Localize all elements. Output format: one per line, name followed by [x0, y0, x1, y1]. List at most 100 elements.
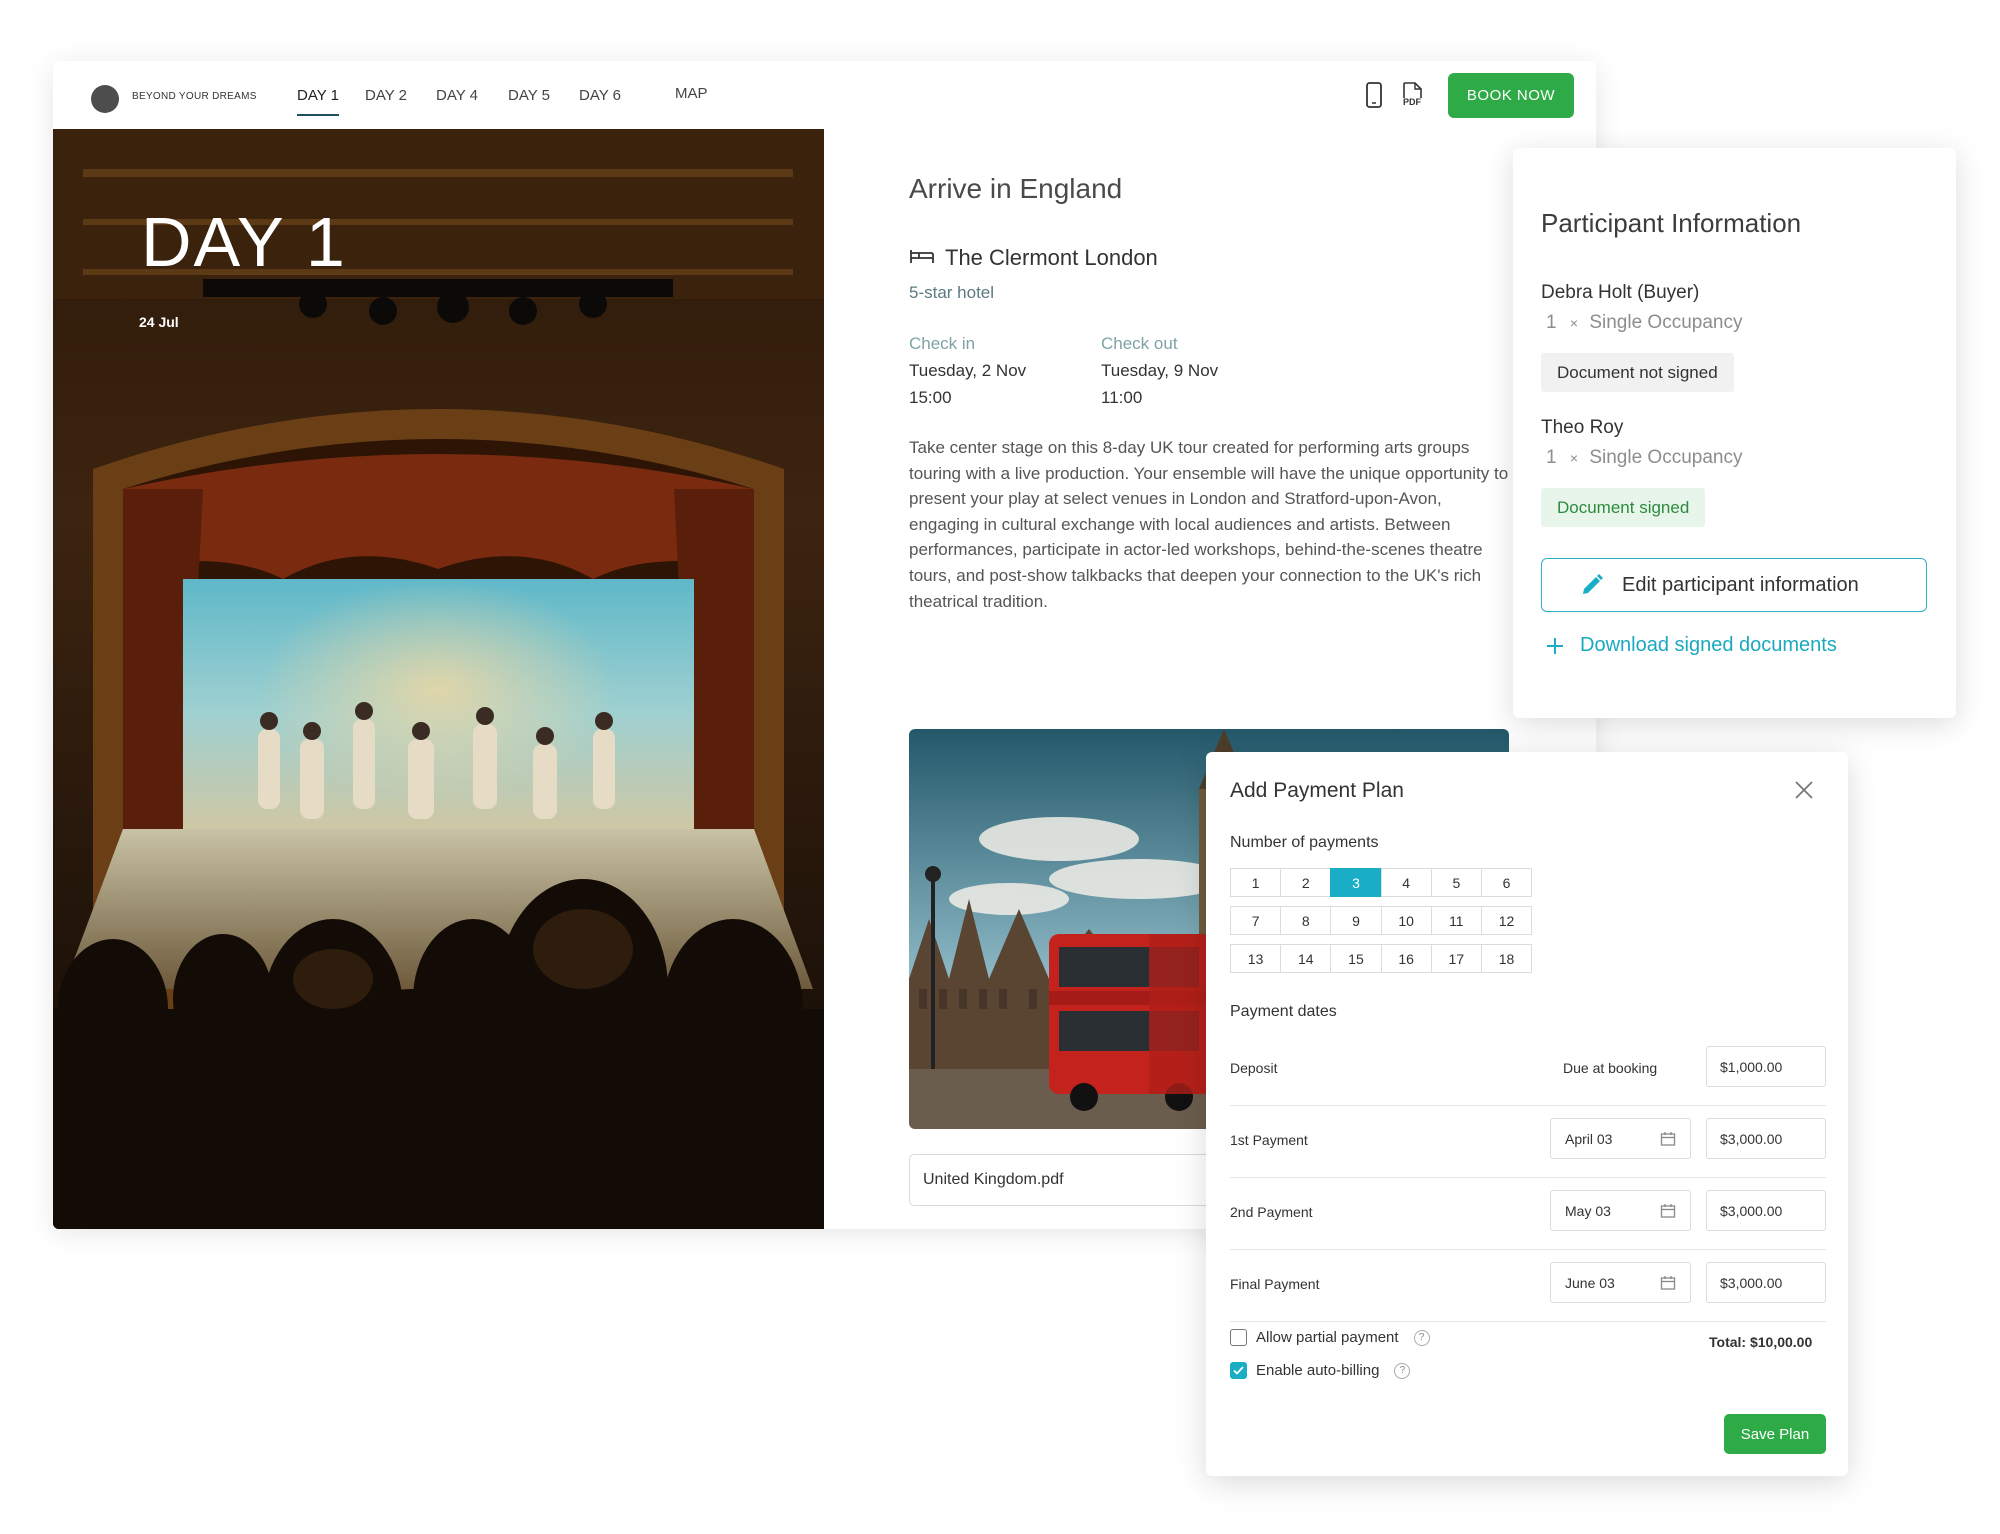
payment-count-option[interactable]: 14: [1280, 944, 1332, 973]
payment-count-grid: 1 2 3 4 5 6 7 8 9 10 11 12 13 14 15 16 1…: [1230, 868, 1537, 982]
occupancy-room: Single Occupancy: [1589, 447, 1743, 468]
check-out-time: 11:00: [1101, 388, 1143, 407]
tab-day-2[interactable]: DAY 2: [365, 87, 407, 104]
payment-amount-input[interactable]: $3,000.00: [1706, 1118, 1826, 1159]
participant-title: Participant Information: [1541, 208, 1802, 238]
hotel-name[interactable]: The Clermont London: [945, 245, 1158, 271]
brand-logo[interactable]: [91, 85, 119, 113]
occupancy-room: Single Occupancy: [1589, 312, 1743, 333]
pdf-icon-label: PDF: [1403, 97, 1421, 107]
download-documents-label: Download signed documents: [1580, 634, 1837, 656]
payment-count-option[interactable]: 4: [1380, 868, 1432, 897]
payment-count-option[interactable]: 10: [1380, 906, 1432, 935]
brand-name: BEYOND YOUR DREAMS: [132, 91, 257, 102]
hero-day-title: DAY 1: [141, 203, 347, 281]
close-icon[interactable]: [1793, 779, 1815, 801]
number-of-payments-label: Number of payments: [1230, 834, 1379, 851]
payment-row: Final Payment June 03 $3,000.00: [1230, 1250, 1826, 1322]
edit-participant-button[interactable]: Edit participant information: [1541, 558, 1927, 612]
payment-date-input[interactable]: May 03: [1550, 1190, 1691, 1231]
participant-occupancy: 1 × Single Occupancy: [1546, 312, 1742, 334]
payment-count-option-selected[interactable]: 3: [1330, 868, 1382, 897]
payment-count-option[interactable]: 2: [1280, 868, 1332, 897]
hotel-row: The Clermont London: [909, 245, 1158, 271]
auto-billing-row: Enable auto-billing ?: [1230, 1362, 1411, 1379]
payment-date-value: June 03: [1565, 1274, 1615, 1291]
tab-day-1[interactable]: DAY 1: [297, 87, 339, 116]
hotel-type: 5-star hotel: [909, 283, 995, 302]
pencil-icon: [1583, 574, 1603, 594]
grid-row: 1 2 3 4 5 6: [1230, 868, 1537, 897]
check-in-date: Tuesday, 2 Nov: [909, 361, 1027, 380]
help-icon[interactable]: ?: [1394, 1362, 1411, 1379]
payment-date-input[interactable]: April 03: [1550, 1118, 1691, 1159]
payment-count-option[interactable]: 16: [1380, 944, 1432, 973]
tab-day-6[interactable]: DAY 6: [579, 87, 621, 104]
day-description: Take center stage on this 8-day UK tour …: [909, 438, 1509, 611]
calendar-icon: [1660, 1204, 1676, 1218]
participant-card: Participant Information Debra Holt (Buye…: [1513, 148, 1956, 718]
payment-date-value: April 03: [1565, 1130, 1613, 1147]
allow-partial-row: Allow partial payment ?: [1230, 1329, 1430, 1346]
attachment-file[interactable]: United Kingdom.pdf: [909, 1154, 1239, 1206]
payment-count-option[interactable]: 9: [1330, 906, 1382, 935]
status-badge: Document not signed: [1541, 353, 1734, 392]
payment-amount-input[interactable]: $3,000.00: [1706, 1190, 1826, 1231]
tab-map[interactable]: MAP: [675, 85, 708, 102]
payment-name: 1st Payment: [1230, 1132, 1308, 1148]
payment-count-option[interactable]: 15: [1330, 944, 1382, 973]
times-sign: ×: [1569, 450, 1579, 466]
pdf-icon[interactable]: PDF: [1400, 82, 1424, 108]
payment-count-option[interactable]: 12: [1480, 906, 1533, 935]
edit-participant-label: Edit participant information: [1622, 573, 1859, 596]
check-out-block: Check out Tuesday, 9 Nov 11:00: [1101, 334, 1218, 408]
payment-plan-dialog: Add Payment Plan Number of payments 1 2 …: [1206, 752, 1848, 1476]
download-documents-link[interactable]: Download signed documents: [1546, 634, 1837, 657]
tab-day-4[interactable]: DAY 4: [436, 87, 478, 104]
occupancy-qty: 1: [1546, 447, 1557, 468]
payment-count-option[interactable]: 13: [1230, 944, 1282, 973]
mobile-icon[interactable]: [1364, 82, 1388, 108]
payment-count-option[interactable]: 18: [1480, 944, 1533, 973]
theatre-stage-image: [53, 129, 824, 1229]
payment-row: 1st Payment April 03 $3,000.00: [1230, 1106, 1826, 1178]
payment-count-option[interactable]: 5: [1430, 868, 1482, 897]
participant-name: Debra Holt (Buyer): [1541, 282, 1700, 303]
payment-date-input[interactable]: June 03: [1550, 1262, 1691, 1303]
payment-count-option[interactable]: 6: [1480, 868, 1533, 897]
payment-count-option[interactable]: 8: [1280, 906, 1332, 935]
tab-day-5[interactable]: DAY 5: [508, 87, 550, 104]
allow-partial-checkbox[interactable]: [1230, 1329, 1247, 1346]
payment-date-value: May 03: [1565, 1202, 1611, 1219]
book-now-button[interactable]: BOOK NOW: [1448, 73, 1574, 118]
allow-partial-label: Allow partial payment: [1256, 1329, 1399, 1346]
payment-count-option[interactable]: 7: [1230, 906, 1282, 935]
day-heading: Arrive in England: [909, 173, 1123, 204]
payment-name: Final Payment: [1230, 1276, 1320, 1292]
grid-row: 7 8 9 10 11 12: [1230, 906, 1537, 935]
deposit-amount-input[interactable]: $1,000.00: [1706, 1046, 1826, 1087]
calendar-icon: [1660, 1276, 1676, 1290]
payment-total: Total: $10,00.00: [1709, 1334, 1813, 1350]
deposit-note: Due at booking: [1563, 1060, 1658, 1076]
check-in-block: Check in Tuesday, 2 Nov 15:00: [909, 334, 1026, 408]
payment-plan-title: Add Payment Plan: [1230, 779, 1404, 802]
payment-count-option[interactable]: 17: [1430, 944, 1482, 973]
deposit-row: Deposit Due at booking $1,000.00: [1230, 1034, 1826, 1106]
top-navigation: BEYOND YOUR DREAMS DAY 1 DAY 2 DAY 4 DAY…: [53, 61, 1596, 129]
check-out-label: Check out: [1101, 334, 1178, 353]
save-plan-button[interactable]: Save Plan: [1724, 1414, 1826, 1454]
payment-count-option[interactable]: 1: [1230, 868, 1282, 897]
participant-name: Theo Roy: [1541, 417, 1624, 438]
status-badge: Document signed: [1541, 488, 1706, 527]
auto-billing-checkbox[interactable]: [1230, 1362, 1247, 1379]
help-icon[interactable]: ?: [1413, 1329, 1430, 1346]
payment-amount-input[interactable]: $3,000.00: [1706, 1262, 1826, 1303]
hero-day-date: 24 Jul: [139, 314, 179, 330]
day-hero-image: DAY 1 24 Jul: [53, 129, 824, 1229]
payment-count-option[interactable]: 11: [1430, 906, 1482, 935]
payment-dates-label: Payment dates: [1230, 1003, 1337, 1020]
deposit-name: Deposit: [1230, 1060, 1278, 1076]
plus-icon: [1547, 637, 1563, 654]
bed-icon: [909, 247, 935, 270]
